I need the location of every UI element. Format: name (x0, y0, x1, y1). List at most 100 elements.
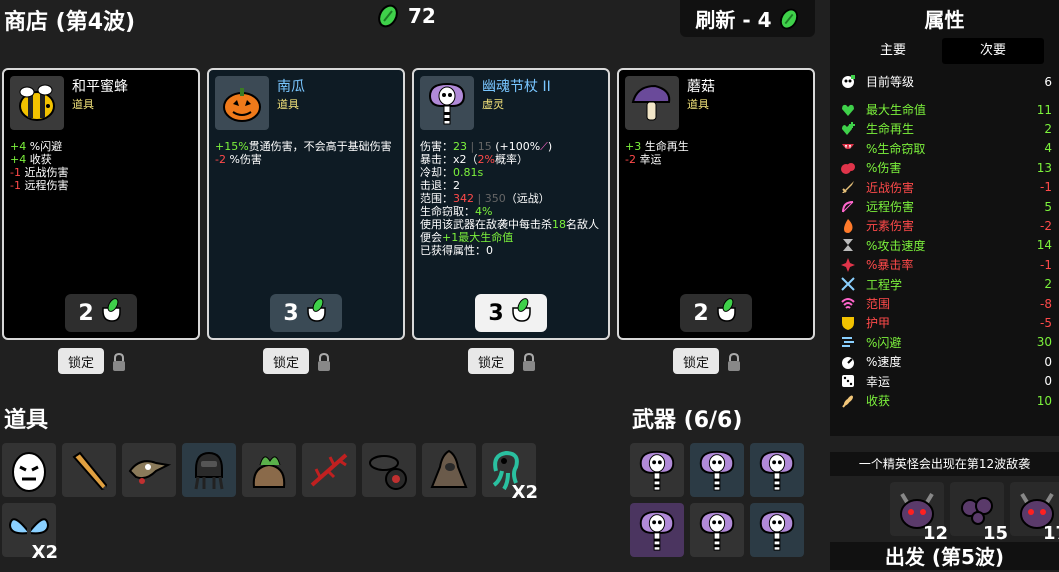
heart-plus-icon (840, 121, 856, 137)
buy-button[interactable]: 2 (680, 294, 752, 332)
buy-button[interactable]: 3 (270, 294, 342, 332)
item-slot-shield[interactable] (362, 443, 416, 497)
weapon-description: 使用该武器在敌袭中每击杀18名敌人便会+1最大生命值 (420, 218, 606, 244)
ghost-scepter-icon (639, 450, 675, 491)
stat-row: 元素伤害 -2 (840, 216, 1052, 235)
buy-button[interactable]: 2 (65, 294, 137, 332)
tab-primary[interactable]: 主要 (850, 38, 936, 64)
enemy-slot-elite-bugs: 15 (950, 482, 1008, 544)
stat-value: 23 (453, 140, 467, 153)
stat-row: 近战伤害 -1 (840, 178, 1052, 197)
stat-value: 10 (1036, 393, 1052, 408)
card-category: 道具 (687, 98, 709, 111)
tab-secondary[interactable]: 次要 (942, 38, 1044, 64)
price-value: 2 (693, 300, 709, 326)
weapon-slot-3[interactable] (750, 443, 804, 497)
effect-line: -1 远程伤害 (10, 179, 196, 192)
shop-card-mushroom[interactable]: 蘑菇 道具 +3 生命再生 -2 幸运 2 (617, 68, 815, 340)
item-slot-thorn[interactable] (302, 443, 356, 497)
stat-value: -5 (1040, 315, 1052, 330)
stat-label: %攻击速度 (866, 238, 926, 253)
wheat-icon (840, 393, 856, 409)
stat-row: 护甲 -5 (840, 313, 1052, 332)
stat-pct: ) (547, 140, 553, 153)
card-category: 道具 (72, 98, 94, 111)
stat-label: 范围： (420, 192, 453, 205)
item-slot-egg[interactable] (2, 443, 56, 497)
range-line: 范围：342 | 350（远战） (420, 192, 550, 205)
reroll-label: 刷新 - 4 (695, 8, 772, 32)
level-icon (840, 74, 856, 90)
go-button[interactable]: 出发 (第5波) (830, 542, 1059, 570)
stat-value: 13 (1036, 160, 1052, 175)
effect-text: 近战伤害 (20, 166, 69, 179)
stat-value: 6 (1044, 74, 1052, 89)
padlock-icon[interactable] (726, 352, 742, 372)
effect-value: -1 (10, 166, 21, 179)
stat-row: %速度 0 (840, 352, 1052, 371)
shop-card-peace-bee[interactable]: 和平蜜蜂 道具 +4 %闪避 +4 收获 -1 近战伤害 -1 远程伤害 2 (2, 68, 200, 340)
range-icon (840, 296, 856, 312)
weapon-stats: 伤害：23 | 15 (+100%⟋) 暴击：x2（2%概率） 冷却：0.81s… (420, 140, 606, 257)
item-slot-sack[interactable] (242, 443, 296, 497)
padlock-icon[interactable] (111, 352, 127, 372)
item-slot-bird[interactable] (122, 443, 176, 497)
knockback-line: 击退：2 (420, 179, 460, 192)
item-slot-butterfly[interactable]: X2 (2, 503, 58, 563)
card-effects: +4 %闪避 +4 收获 -1 近战伤害 -1 远程伤害 (10, 140, 196, 192)
weapon-slot-2[interactable] (690, 443, 744, 497)
bow-icon (840, 199, 856, 215)
vampire-icon (840, 140, 856, 156)
lock-button[interactable]: 锁定 (263, 348, 309, 374)
lifesteal-line: 生命窃取：4% (420, 205, 606, 218)
effect-text: 远程伤害 (20, 179, 69, 192)
stat-row: %生命窃取 4 (840, 139, 1052, 158)
buy-button[interactable]: 3 (475, 294, 547, 332)
reroll-button[interactable]: 刷新 - 4 (680, 0, 815, 37)
stat-label: 冷却： (420, 166, 453, 179)
stat-value: 0 (1044, 354, 1052, 369)
stat-label: 幸运 (866, 374, 891, 389)
price-value: 3 (283, 300, 299, 326)
effect-text: 生命再生 (641, 140, 689, 153)
lock-button[interactable]: 锁定 (58, 348, 104, 374)
item-slot-alien[interactable]: X2 (482, 443, 538, 503)
lock-button[interactable]: 锁定 (673, 348, 719, 374)
stat-value: 11 (1036, 102, 1052, 117)
padlock-icon[interactable] (316, 352, 332, 372)
pencil-icon (72, 451, 108, 491)
stat-value: 2 (1044, 277, 1052, 292)
shop-card-ghost-scepter[interactable]: 幽魂节杖 II 虚灵 伤害：23 | 15 (+100%⟋) 暴击：x2（2%概… (412, 68, 610, 340)
padlock-icon[interactable] (521, 352, 537, 372)
stat-row: 幸运 0 (840, 372, 1052, 391)
effect-line: +15%贯通伤害，不会高于基础伤害 (215, 140, 401, 153)
effect-line: -2 幸运 (625, 153, 811, 166)
ghost-scepter-icon (759, 510, 795, 551)
stat-label: %闪避 (866, 335, 902, 350)
weapon-slot-1[interactable] (630, 443, 684, 497)
stat-base: 15 (477, 140, 492, 153)
shop-card-pumpkin[interactable]: 南瓜 道具 +15%贯通伤害，不会高于基础伤害 -2 %伤害 3 (207, 68, 405, 340)
lock-button[interactable]: 锁定 (468, 348, 514, 374)
card-category: 虚灵 (482, 98, 504, 111)
stat-label: 护甲 (866, 316, 891, 331)
material-icon (378, 4, 398, 28)
weapon-slot-6[interactable] (750, 503, 804, 557)
item-slot-pencil[interactable] (62, 443, 116, 497)
stat-label: 生命窃取： (420, 205, 475, 218)
enemy-wave-number: 17 (1042, 523, 1059, 544)
enemy-wave-number: 15 (982, 523, 1008, 544)
item-slot-helmet[interactable] (182, 443, 236, 497)
item-slot-cloak[interactable] (422, 443, 476, 497)
stat-label: 范围 (866, 297, 891, 311)
hourglass-icon (840, 237, 856, 253)
muscle-icon (840, 160, 856, 176)
herb-sack-icon (252, 456, 286, 488)
stat-row: 工程学 2 (840, 275, 1052, 294)
hat-shield-icon (369, 455, 407, 490)
stat-row-level: 目前等级 6 (840, 72, 1052, 91)
weapon-slot-4[interactable] (630, 503, 684, 557)
stat-label: %速度 (866, 355, 902, 370)
weapon-slot-5[interactable] (690, 503, 744, 557)
materials-count: 72 (408, 4, 436, 28)
